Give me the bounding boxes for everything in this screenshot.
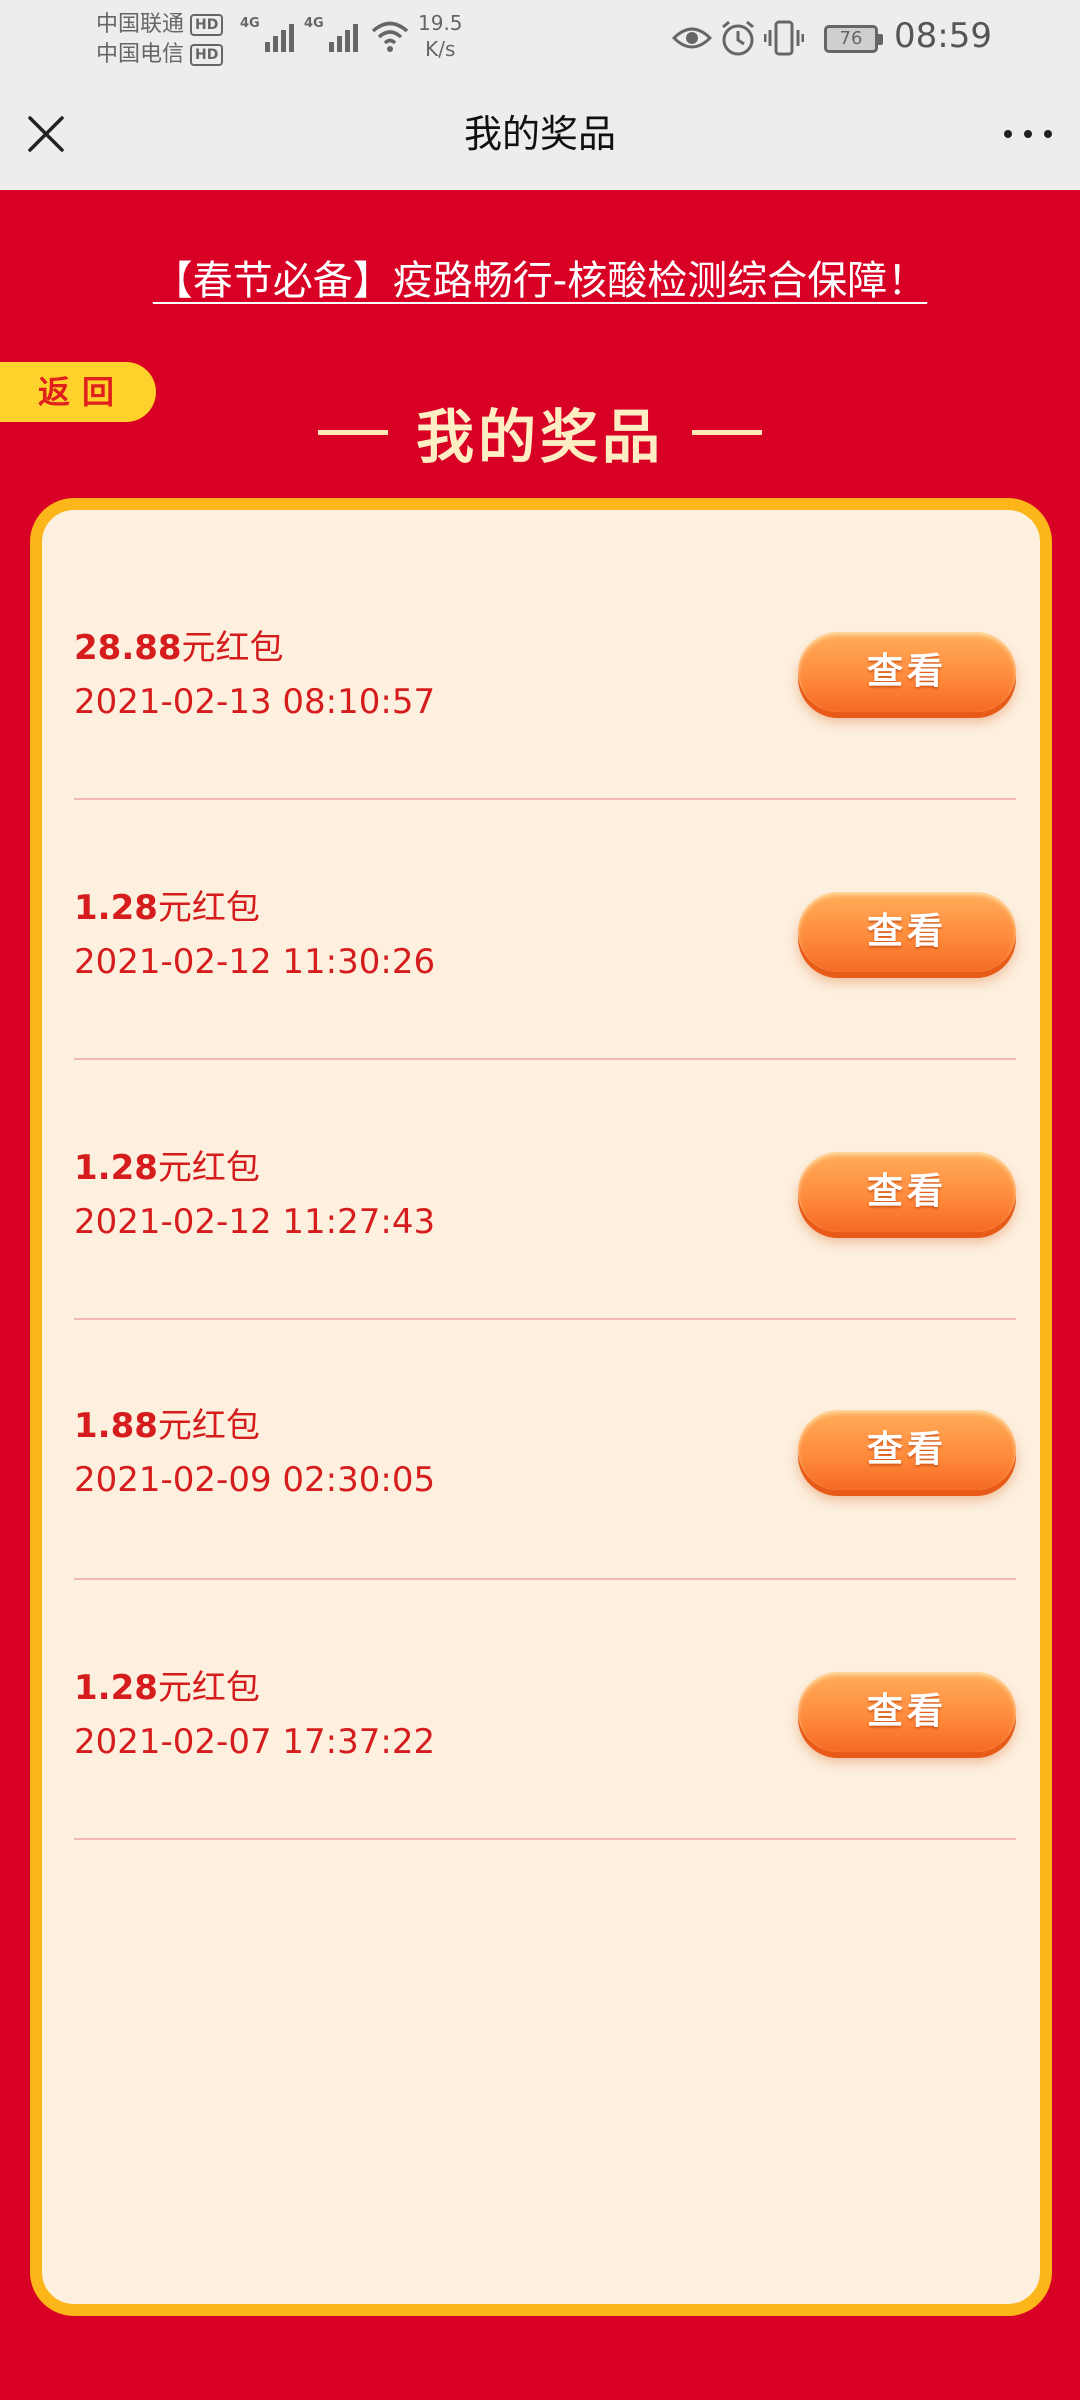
- prize-suffix: 元红包: [157, 888, 260, 928]
- network-type-2: 4G: [304, 16, 324, 31]
- status-bar: 中国联通 HD 中国电信 HD 4G 4G 19.5 K/s 76 08:59: [0, 0, 1080, 78]
- network-type-1: 4G: [240, 16, 260, 31]
- eye-icon: [672, 27, 712, 49]
- prize-name: 1.88元红包: [74, 1398, 260, 1447]
- prize-item: 1.88元红包 2021-02-09 02:30:05 查看: [74, 1320, 1016, 1580]
- signal-icon: 4G: [240, 16, 294, 52]
- nav-bar: 我的奖品: [0, 78, 1080, 190]
- network-speed: 19.5 K/s: [418, 10, 463, 62]
- prize-amount: 1.88: [74, 1406, 158, 1446]
- heading-dash-left: [317, 429, 388, 435]
- view-button[interactable]: 查看: [798, 1152, 1016, 1232]
- prize-amount: 1.28: [74, 1668, 158, 1708]
- prize-name: 1.28元红包: [74, 880, 260, 929]
- prize-item: 1.28元红包 2021-02-12 11:30:26 查看: [74, 800, 1016, 1060]
- view-button[interactable]: 查看: [798, 1672, 1016, 1752]
- prize-time: 2021-02-07 17:37:22: [74, 1722, 436, 1762]
- heading-dash-right: [692, 429, 762, 435]
- prize-time: 2021-02-12 11:30:26: [74, 942, 436, 982]
- prize-amount: 1.28: [74, 1148, 158, 1188]
- vibrate-icon: [764, 20, 804, 56]
- hd-badge: HD: [190, 44, 224, 66]
- prize-suffix: 元红包: [157, 1406, 260, 1446]
- carrier-2: 中国电信 HD: [96, 40, 224, 70]
- banner-link-text[interactable]: 【春节必备】疫路畅行-核酸检测综合保障！: [153, 258, 927, 304]
- view-button[interactable]: 查看: [798, 892, 1016, 972]
- clock: 08:59: [894, 16, 992, 56]
- page-title: 我的奖品: [463, 112, 616, 156]
- carrier-1: 中国联通 HD: [96, 10, 224, 40]
- prize-suffix: 元红包: [181, 628, 284, 668]
- hd-badge: HD: [190, 14, 224, 36]
- carrier-2-name: 中国电信: [96, 42, 185, 67]
- prize-suffix: 元红包: [157, 1668, 260, 1708]
- prize-time: 2021-02-13 08:10:57: [74, 682, 436, 722]
- prize-time: 2021-02-12 11:27:43: [74, 1202, 436, 1242]
- view-button[interactable]: 查看: [798, 632, 1016, 712]
- prize-name: 28.88元红包: [74, 620, 284, 669]
- prize-name: 1.28元红包: [74, 1660, 260, 1709]
- banner-link[interactable]: 【春节必备】疫路畅行-核酸检测综合保障！: [0, 248, 1080, 306]
- signal-icon: 4G: [304, 16, 358, 52]
- more-options-icon[interactable]: [1000, 110, 1056, 158]
- wifi-icon: [371, 21, 409, 52]
- prize-list: 28.88元红包 2021-02-13 08:10:57 查看 1.28元红包 …: [42, 510, 1040, 1840]
- prize-amount: 28.88: [74, 628, 182, 668]
- speed-unit: K/s: [425, 37, 456, 61]
- prize-item: 1.28元红包 2021-02-07 17:37:22 查看: [74, 1580, 1016, 1840]
- battery-icon: 76: [824, 25, 883, 53]
- carrier-1-name: 中国联通: [96, 12, 185, 37]
- speed-value: 19.5: [418, 11, 463, 35]
- prize-name: 1.28元红包: [74, 1140, 260, 1189]
- prize-item: 1.28元红包 2021-02-12 11:27:43 查看: [74, 1060, 1016, 1320]
- carrier-info: 中国联通 HD 中国电信 HD: [96, 10, 224, 70]
- prize-time: 2021-02-09 02:30:05: [74, 1460, 436, 1500]
- alarm-icon: [722, 20, 754, 56]
- view-button[interactable]: 查看: [798, 1410, 1016, 1490]
- prize-card: 28.88元红包 2021-02-13 08:10:57 查看 1.28元红包 …: [30, 498, 1052, 2316]
- section-heading-text: 我的奖品: [415, 403, 664, 471]
- section-heading: 我的奖品: [0, 392, 1080, 472]
- prize-amount: 1.28: [74, 888, 158, 928]
- prize-suffix: 元红包: [157, 1148, 260, 1188]
- prize-item: 28.88元红包 2021-02-13 08:10:57 查看: [74, 510, 1016, 800]
